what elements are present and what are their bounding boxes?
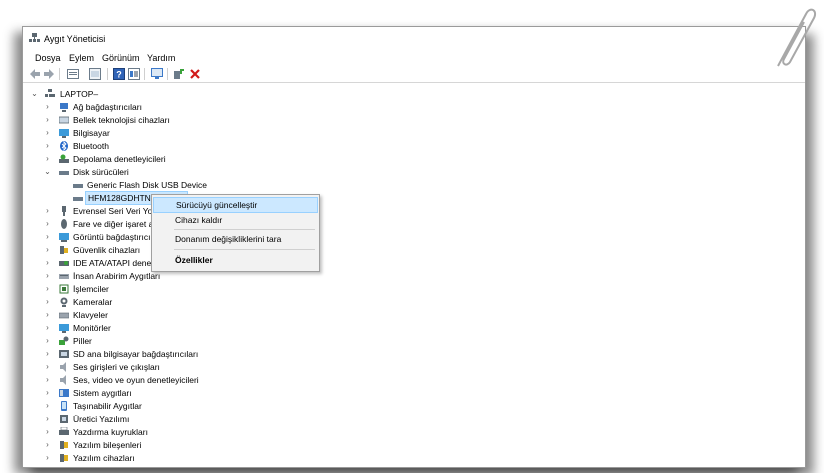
paperclip-icon — [777, 8, 816, 67]
computer-icon — [45, 89, 55, 97]
scan-hardware-menu-item[interactable]: Donanım değişikliklerini tara — [153, 232, 318, 246]
menu-separator — [174, 249, 315, 250]
processor-icon — [59, 284, 69, 294]
software-component-icon — [60, 441, 68, 449]
chevron-down-icon[interactable]: ⌄ — [31, 88, 38, 100]
bluetooth-icon — [60, 141, 68, 151]
software-device-icon — [60, 454, 68, 462]
device-view-icon[interactable] — [67, 68, 79, 80]
svg-text:?: ? — [116, 70, 122, 80]
menu-separator — [174, 229, 315, 230]
firmware-icon — [60, 415, 68, 423]
menu-view[interactable]: Görünüm — [102, 53, 140, 63]
hid-icon — [59, 274, 69, 279]
keyboard-icon — [59, 312, 69, 319]
device-tree: ⌄ LAPTOP– › Ağ bağdaştırıcıları › Bellek t… — [31, 88, 213, 463]
camera-icon — [60, 297, 68, 307]
back-arrow-icon[interactable] — [29, 68, 41, 80]
menu-help[interactable]: Yardım — [147, 53, 175, 63]
uninstall-device-menu-item[interactable]: Cihazı kaldır — [153, 213, 318, 227]
menu-file[interactable]: Dosya — [35, 53, 61, 63]
speaker-icon — [60, 375, 66, 385]
toolbar: ? — [23, 66, 805, 83]
portable-device-icon — [61, 401, 67, 411]
add-driver-icon[interactable] — [173, 68, 185, 80]
ide-controller-icon — [59, 261, 69, 266]
properties-icon[interactable] — [128, 68, 140, 80]
tree-root-label: LAPTOP– — [60, 89, 99, 99]
device-manager-window: Aygıt Yöneticisi Dosya Eylem Görünüm Yar… — [22, 26, 806, 468]
speaker-icon — [60, 362, 66, 372]
usb-icon — [62, 206, 66, 216]
monitor-scan-icon[interactable] — [151, 68, 163, 80]
printer-icon — [59, 427, 69, 435]
context-menu: Sürücüyü güncelleştir Cihazı kaldır Dona… — [151, 194, 320, 272]
device-manager-icon — [29, 33, 40, 42]
menu-bar: Dosya Eylem Görünüm Yardım — [23, 51, 805, 65]
title-bar: Aygıt Yöneticisi — [23, 27, 805, 49]
chevron-down-icon: ⌄ — [44, 167, 51, 176]
security-device-icon — [60, 246, 68, 254]
memory-icon — [59, 116, 69, 124]
disk-drive-icon — [59, 171, 69, 175]
window-title: Aygıt Yöneticisi — [44, 34, 106, 44]
battery-icon — [59, 336, 69, 345]
monitor-icon — [59, 324, 69, 333]
disk-drive-icon — [73, 184, 83, 188]
monitor-icon — [59, 129, 69, 138]
forward-arrow-icon[interactable] — [43, 68, 55, 80]
properties-menu-item[interactable]: Özellikler — [153, 253, 318, 267]
system-devices-icon — [59, 389, 69, 397]
update-driver-menu-item[interactable]: Sürücüyü güncelleştir — [153, 197, 318, 213]
help-icon[interactable]: ? — [113, 68, 125, 80]
display-adapter-icon — [59, 233, 69, 242]
sd-host-icon — [59, 350, 69, 358]
list-view-icon[interactable] — [89, 68, 101, 80]
disk-drive-icon — [73, 197, 83, 201]
mouse-icon — [61, 219, 67, 229]
storage-controller-icon — [59, 154, 69, 163]
menu-action[interactable]: Eylem — [69, 53, 94, 63]
remove-device-icon[interactable] — [189, 68, 201, 80]
network-adapter-icon — [60, 103, 68, 112]
